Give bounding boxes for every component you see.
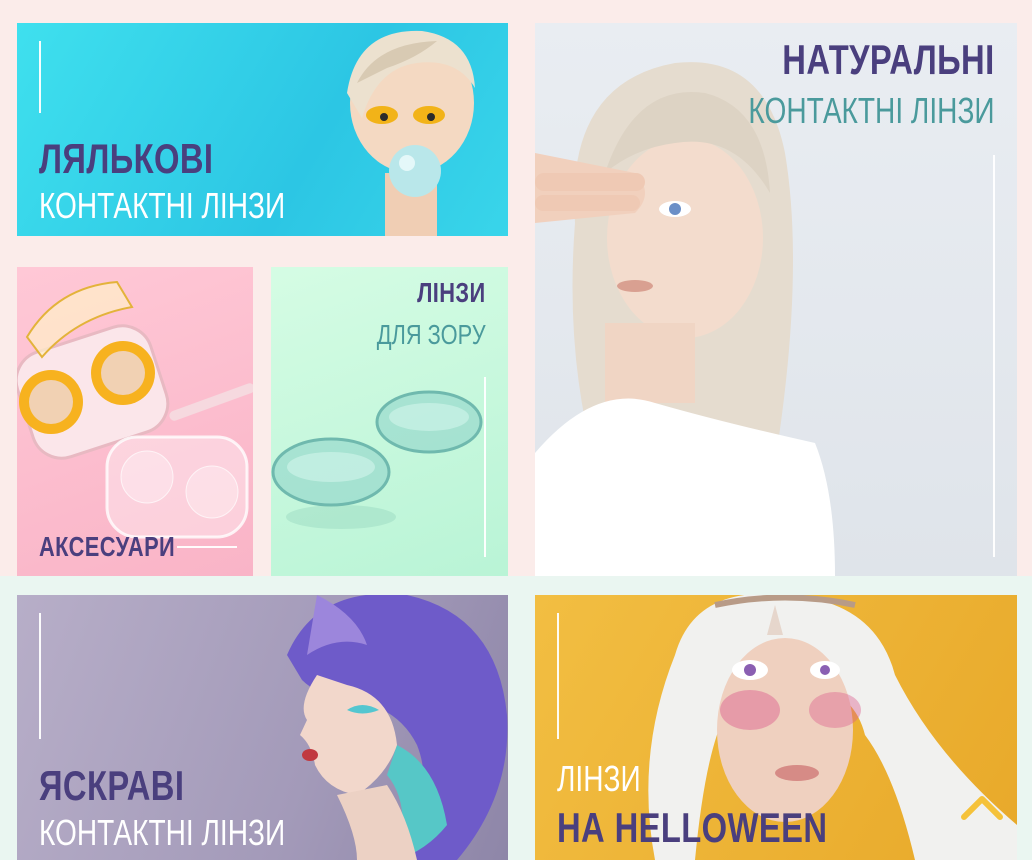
natural-title: НАТУРАЛЬНІ: [782, 36, 995, 83]
doll-tile-heading: ЛЯЛЬКОВІ КОНТАКТНІ ЛІНЗИ: [39, 138, 355, 224]
lens-case-illustration: [17, 280, 253, 539]
natural-subtitle: КОНТАКТНІ ЛІНЗИ: [748, 90, 995, 131]
doll-subtitle: КОНТАКТНІ ЛІНЗИ: [39, 185, 286, 226]
bright-tile-heading: ЯСКРАВІ КОНТАКТНІ ЛІНЗИ: [39, 765, 355, 851]
vision-subtitle: ДЛЯ ЗОРУ: [377, 319, 486, 350]
doll-title: ЛЯЛЬКОВІ: [39, 135, 214, 182]
decorative-line: [39, 613, 41, 739]
chevron-up-icon: [961, 796, 1003, 820]
decorative-line: [39, 41, 41, 113]
accessories-tile-heading: АКСЕСУАРИ: [39, 533, 214, 561]
category-tile-natural-lenses[interactable]: НАТУРАЛЬНІ КОНТАКТНІ ЛІНЗИ: [535, 23, 1017, 576]
halloween-title: ЛІНЗИ: [557, 758, 641, 799]
halloween-subtitle: НА HELLOWEEN: [557, 804, 828, 851]
natural-tile-heading: НАТУРАЛЬНІ КОНТАКТНІ ЛІНЗИ: [679, 39, 995, 129]
accessories-title: АКСЕСУАРИ: [39, 531, 176, 562]
category-tile-doll-lenses[interactable]: ЛЯЛЬКОВІ КОНТАКТНІ ЛІНЗИ: [17, 23, 508, 236]
category-tile-halloween-lenses[interactable]: ЛІНЗИ НА HELLOWEEN: [535, 595, 1017, 860]
category-tile-accessories[interactable]: АКСЕСУАРИ: [17, 267, 253, 576]
vision-tile-heading: ЛІНЗИ ДЛЯ ЗОРУ: [346, 279, 486, 349]
decorative-line: [557, 613, 559, 739]
bright-title: ЯСКРАВІ: [39, 762, 185, 809]
category-tile-bright-lenses[interactable]: ЯСКРАВІ КОНТАКТНІ ЛІНЗИ: [17, 595, 508, 860]
vision-title: ЛІНЗИ: [417, 277, 486, 308]
decorative-line: [993, 155, 995, 557]
category-tile-vision-lenses[interactable]: ЛІНЗИ ДЛЯ ЗОРУ: [271, 267, 508, 576]
bright-subtitle: КОНТАКТНІ ЛІНЗИ: [39, 812, 286, 853]
halloween-tile-heading: ЛІНЗИ НА HELLOWEEN: [557, 761, 904, 849]
decorative-line: [484, 377, 486, 557]
scroll-to-top-button[interactable]: [958, 790, 1006, 824]
